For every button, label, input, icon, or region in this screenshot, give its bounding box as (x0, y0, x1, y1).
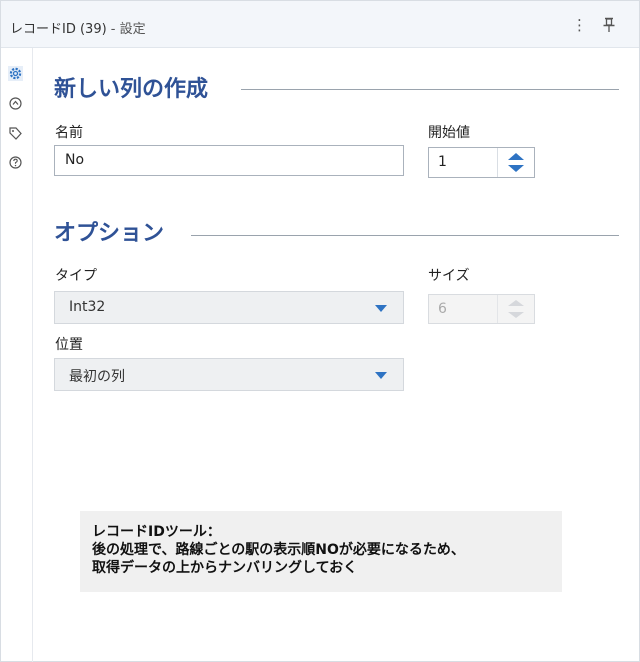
name-label: 名前 (55, 125, 83, 141)
position-select[interactable]: 最初の列 (54, 358, 404, 391)
name-input[interactable]: No (54, 145, 404, 176)
note-line-1: レコードIDツール： (92, 524, 221, 540)
size-label: サイズ (428, 268, 470, 284)
kebab-icon[interactable]: ⋮ (572, 18, 587, 33)
note-line-3: 取得データの上からナンバリングしておく (92, 560, 358, 576)
position-label: 位置 (55, 337, 83, 353)
panel-title-tool: レコードID (39) (10, 22, 107, 37)
annotation-note: レコードIDツール： 後の処理で、路線ごとの駅の表示順NOが必要になるため、 取… (80, 511, 562, 592)
size-value-text: 6 (438, 301, 447, 317)
pin-icon[interactable] (600, 16, 618, 34)
settings-icon[interactable] (8, 66, 23, 81)
help-icon[interactable] (8, 155, 23, 170)
panel-title-suffix: - 設定 (106, 22, 146, 37)
stepper-up-icon (508, 300, 524, 306)
type-select[interactable]: Int32 (54, 291, 404, 324)
panel-header: レコードID (39) - 設定 ⋮ (1, 1, 639, 48)
type-label: タイプ (55, 268, 97, 284)
chevron-down-icon (375, 372, 387, 379)
tag-icon[interactable] (8, 126, 23, 141)
size-stepper: 6 (428, 294, 535, 324)
side-tab-rail (1, 48, 33, 662)
stepper-down-icon[interactable] (508, 165, 524, 172)
section-title-options: オプション (54, 221, 165, 246)
note-line-2: 後の処理で、路線ごとの駅の表示順NOが必要になるため、 (92, 542, 465, 558)
stepper-up-icon[interactable] (508, 153, 524, 160)
start-value-text: 1 (438, 154, 447, 170)
chevron-down-icon (375, 305, 387, 312)
stepper-buttons (497, 148, 534, 177)
annotation-icon[interactable] (8, 96, 23, 111)
start-value-stepper[interactable]: 1 (428, 147, 535, 178)
position-select-value: 最初の列 (69, 369, 125, 385)
section-divider (191, 235, 619, 236)
stepper-buttons (497, 295, 534, 323)
section-divider (241, 89, 619, 90)
configuration-panel: レコードID (39) - 設定 ⋮ 新しい列の作成 名前 No 開始値 1 オ… (0, 0, 640, 662)
stepper-down-icon (508, 312, 524, 318)
panel-title: レコードID (39) - 設定 (10, 18, 146, 37)
start-value-label: 開始値 (428, 125, 470, 141)
type-select-value: Int32 (69, 299, 106, 315)
section-title-new-column: 新しい列の作成 (54, 77, 209, 102)
